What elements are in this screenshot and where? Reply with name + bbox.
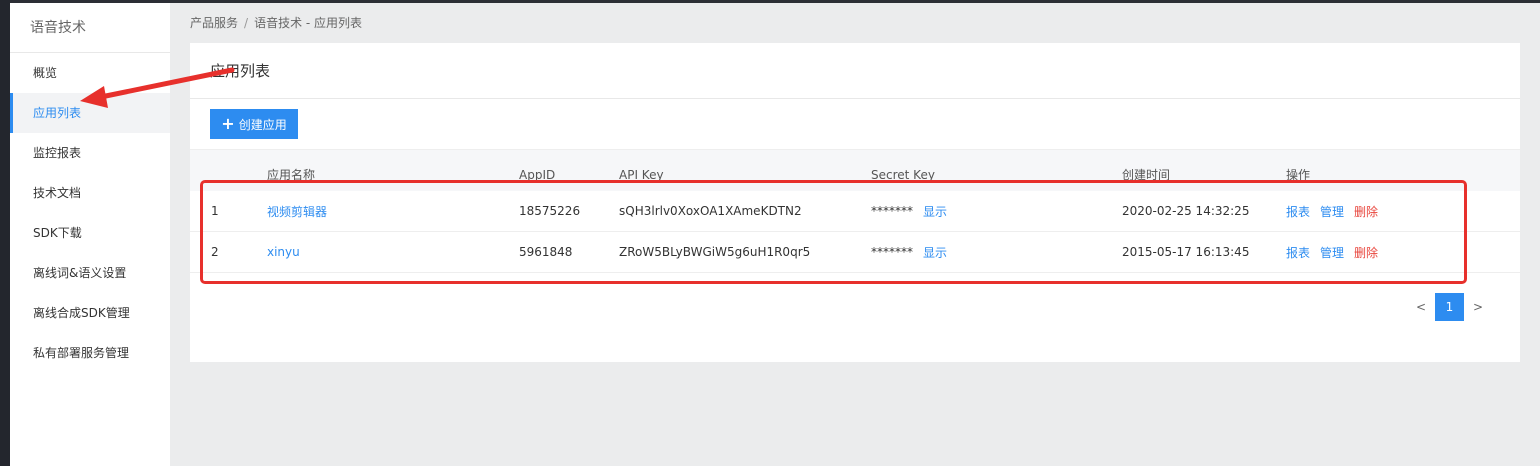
sidebar-item-private-deploy[interactable]: 私有部署服务管理	[10, 333, 170, 373]
window-top-edge	[0, 0, 1540, 3]
breadcrumb: 产品服务 / 语音技术 - 应用列表	[190, 14, 362, 31]
window-left-edge	[0, 0, 10, 466]
sidebar: 语音技术 概览 应用列表 监控报表 技术文档 SDK下载 离线词&语义设置 离线…	[10, 3, 170, 466]
next-page-button[interactable]: >	[1464, 293, 1492, 321]
sidebar-item-offline-tts-sdk[interactable]: 离线合成SDK管理	[10, 293, 170, 333]
pagination: < 1 >	[1407, 293, 1492, 321]
sidebar-title: 语音技术	[10, 3, 170, 53]
sidebar-item-overview[interactable]: 概览	[10, 53, 170, 93]
sidebar-item-offline-words[interactable]: 离线词&语义设置	[10, 253, 170, 293]
plus-icon: +	[221, 113, 235, 133]
breadcrumb-current: 语音技术 - 应用列表	[254, 16, 363, 30]
sidebar-item-sdk-download[interactable]: SDK下载	[10, 213, 170, 253]
breadcrumb-separator: /	[244, 16, 249, 30]
page-title: 应用列表	[190, 43, 1520, 99]
prev-page-button[interactable]: <	[1407, 293, 1435, 321]
sidebar-item-monitor-report[interactable]: 监控报表	[10, 133, 170, 173]
create-app-button-label: 创建应用	[238, 117, 287, 132]
breadcrumb-product-services[interactable]: 产品服务	[190, 16, 238, 30]
page-1-button[interactable]: 1	[1435, 293, 1464, 321]
create-app-button[interactable]: + 创建应用	[210, 109, 298, 139]
sidebar-item-tech-docs[interactable]: 技术文档	[10, 173, 170, 213]
annotation-highlight-box	[200, 180, 1467, 284]
sidebar-item-app-list[interactable]: 应用列表	[10, 93, 170, 133]
